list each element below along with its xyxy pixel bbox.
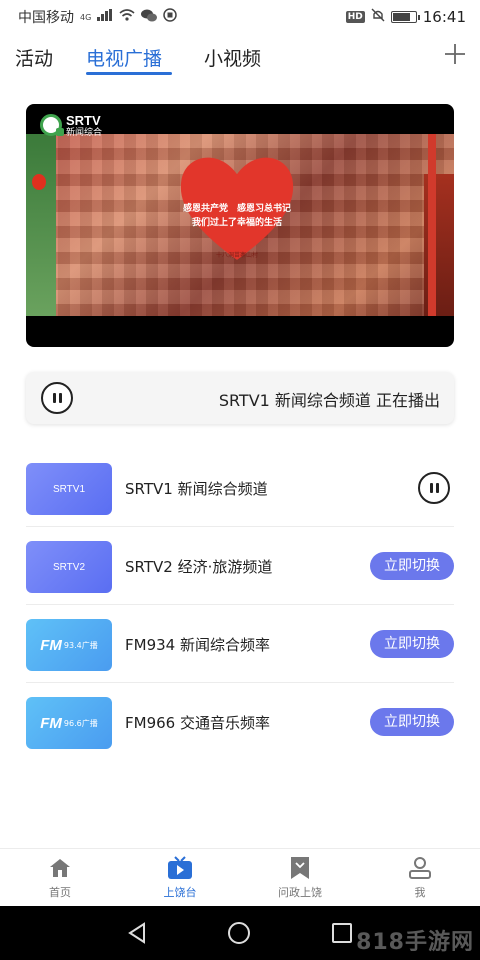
mute-icon [371,8,385,26]
status-time: 16:41 [422,8,466,26]
nav-me[interactable]: 我 [360,855,480,900]
thumbnail-label: SRTV1 [52,483,86,495]
heart-caption: 十八洞苗寨山村 [215,252,258,259]
nav-political-inquiry[interactable]: 问政上饶 [240,855,360,900]
channel-thumbnail: FM 96.6广播 [26,697,112,749]
now-playing-text: SRTV1 新闻综合频道 正在播出 [218,391,440,410]
back-icon[interactable] [126,922,148,944]
signal-icon [97,9,113,25]
bottom-nav: 首页 上饶台 问政上饶 我 [0,848,480,906]
heart-slogan-line2: 我们过上了幸福的生活 [191,218,282,228]
channel-thumbnail: SRTV1 [26,463,112,515]
video-frame: 感恩共产党 感恩习总书记 我们过上了幸福的生活 十八洞苗寨山村 [26,134,454,316]
nav-label: 上饶台 [163,886,197,899]
plus-icon[interactable] [444,42,466,70]
heart-slogan: 感恩共产党 感恩习总书记 我们过上了幸福的生活 [174,202,300,230]
heart-slogan-line1: 感恩共产党 感恩习总书记 [182,204,291,214]
channel-logo: SRTV 新闻综合 [40,114,102,138]
carrier-name: 中国移动 [18,10,74,26]
home-icon [50,859,70,877]
channel-name: SRTV1 新闻综合频道 [125,480,268,498]
srtv-logo-icon [40,114,64,136]
nav-label: 我 [414,886,426,899]
status-right: HD 16:41 [345,8,466,26]
video-foliage [26,134,56,316]
nav-shangrao-tv[interactable]: 上饶台 [120,855,240,900]
list-item[interactable]: SRTV1 SRTV1 新闻综合频道 [26,449,454,527]
fm-frequency-label: 96.6广播 [63,718,98,728]
list-item[interactable]: FM 93.4广播 FM934 新闻综合频率 立即切换 [26,605,454,683]
list-item[interactable]: FM 96.6广播 FM966 交通音乐频率 立即切换 [26,683,454,761]
fm-frequency-label: 93.4广播 [63,640,98,650]
network-type: 4G [80,12,92,22]
nav-label: 问政上饶 [278,886,322,899]
watermark: 818手游网 [356,930,474,955]
home-circle-icon[interactable] [228,922,250,944]
now-playing-bar: SRTV1 新闻综合频道 正在播出 [26,372,454,424]
switch-button[interactable]: 立即切换 [370,552,454,580]
list-item[interactable]: SRTV2 SRTV2 经济·旅游频道 立即切换 [26,527,454,605]
pause-icon[interactable] [418,472,450,504]
active-tab-indicator [86,72,172,75]
profile-icon [409,857,431,879]
app-notification-icon [163,8,178,26]
status-bar: 中国移动 4G HD 16:41 [0,0,480,34]
tv-icon [168,856,192,879]
tab-activities[interactable]: 活动 [15,44,53,71]
switch-button[interactable]: 立即切换 [370,708,454,736]
channel-name: SRTV2 经济·旅游频道 [125,558,273,576]
hd-icon: HD [345,11,365,23]
logo-title: SRTV [66,113,101,128]
channel-thumbnail: SRTV2 [26,541,112,593]
tab-short-video[interactable]: 小视频 [204,44,261,71]
bookmark-icon [291,857,309,879]
wifi-icon [119,9,135,25]
fm-logo: FM [40,636,62,654]
nav-home[interactable]: 首页 [0,855,120,900]
channel-thumbnail: FM 93.4广播 [26,619,112,671]
fm-logo: FM [40,714,62,732]
lantern-decoration [32,174,46,190]
system-nav-bar: 818手游网 [0,906,480,960]
tab-tv-broadcast[interactable]: 电视广播 [86,44,162,71]
pause-icon[interactable] [41,382,73,414]
logo-subtitle: 新闻综合 [66,128,103,138]
battery-icon [390,11,420,23]
video-player[interactable]: 感恩共产党 感恩习总书记 我们过上了幸福的生活 十八洞苗寨山村 SRTV 新闻综… [26,104,454,347]
status-left: 中国移动 4G [18,7,178,27]
channel-name: FM966 交通音乐频率 [125,714,270,732]
recent-apps-icon[interactable] [332,923,352,943]
thumbnail-label: SRTV2 [52,561,86,573]
video-pillar [428,134,436,316]
wechat-icon [141,9,158,26]
nav-label: 首页 [49,886,71,899]
switch-button[interactable]: 立即切换 [370,630,454,658]
channel-name: FM934 新闻综合频率 [125,636,270,654]
logo-texts: SRTV 新闻综合 [66,113,103,139]
top-tab-bar: 活动 电视广播 小视频 [0,38,480,78]
